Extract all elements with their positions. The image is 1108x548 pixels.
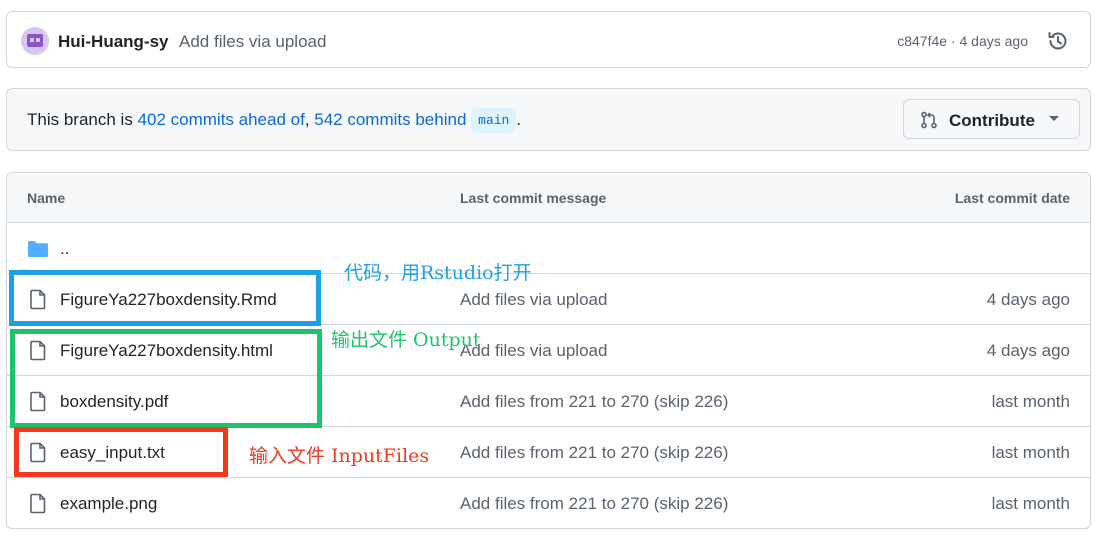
file-name-link[interactable]: easy_input.txt — [60, 443, 165, 463]
header-last-commit-message: Last commit message — [460, 190, 607, 206]
file-icon — [30, 493, 46, 514]
input-annotation-label: 输入文件 InputFiles — [249, 445, 430, 467]
author-avatar[interactable] — [21, 27, 49, 55]
file-row[interactable]: example.png Add files from 221 to 270 (s… — [7, 478, 1090, 528]
file-commit-date: 4 days ago — [986, 341, 1070, 360]
base-branch-pill[interactable]: main — [471, 108, 517, 133]
contribute-label: Contribute — [949, 111, 1035, 130]
commit-author[interactable]: Hui-Huang-sy — [58, 32, 169, 52]
header-name: Name — [27, 190, 66, 206]
commit-hash-and-time[interactable]: c847f4e · 4 days ago — [897, 33, 1028, 49]
pull-request-icon — [921, 111, 937, 129]
table-header: Name Last commit message Last commit dat… — [7, 173, 1090, 223]
file-icon — [30, 289, 46, 310]
file-name-link[interactable]: boxdensity.pdf — [60, 392, 168, 412]
file-icon — [30, 442, 46, 463]
commits-behind-link[interactable]: 542 commits behind — [314, 110, 466, 129]
file-commit-message-link[interactable]: Add files from 221 to 270 (skip 226) — [460, 494, 728, 514]
output-annotation-label: 输出文件 Output — [331, 329, 481, 351]
contribute-button[interactable]: Contribute — [903, 99, 1080, 139]
file-commit-message-link[interactable]: Add files via upload — [460, 341, 607, 361]
history-icon[interactable] — [1046, 29, 1070, 53]
file-icon — [30, 391, 46, 412]
file-commit-date: last month — [991, 443, 1070, 462]
file-commit-message-link[interactable]: Add files from 221 to 270 (skip 226) — [460, 443, 728, 463]
parent-directory-link[interactable]: .. — [60, 239, 69, 259]
file-row[interactable]: FigureYa227boxdensity.html Add files via… — [7, 325, 1090, 376]
file-commit-date: last month — [991, 392, 1070, 411]
file-table: Name Last commit message Last commit dat… — [6, 172, 1091, 529]
parent-directory-row[interactable]: .. — [7, 223, 1090, 274]
file-commit-message-link[interactable]: Add files via upload — [460, 290, 607, 310]
file-row[interactable]: FigureYa227boxdensity.Rmd Add files via … — [7, 274, 1090, 325]
file-name-link[interactable]: FigureYa227boxdensity.html — [60, 341, 273, 361]
file-name-link[interactable]: example.png — [60, 494, 157, 514]
file-row[interactable]: boxdensity.pdf Add files from 221 to 270… — [7, 376, 1090, 427]
header-last-commit-date: Last commit date — [954, 190, 1070, 206]
commits-ahead-link[interactable]: 402 commits ahead of — [138, 110, 305, 129]
folder-icon — [28, 241, 48, 257]
file-name-link[interactable]: FigureYa227boxdensity.Rmd — [60, 290, 277, 310]
file-commit-date: last month — [991, 494, 1070, 513]
commit-message[interactable]: Add files via upload — [179, 32, 326, 52]
caret-down-icon — [1049, 116, 1059, 121]
file-commit-date: 4 days ago — [986, 290, 1070, 309]
file-row[interactable]: easy_input.txt Add files from 221 to 270… — [7, 427, 1090, 478]
latest-commit-bar: Hui-Huang-sy Add files via upload c847f4… — [6, 11, 1091, 68]
branch-status-banner: This branch is 402 commits ahead of, 542… — [6, 88, 1091, 151]
branch-status-text: This branch is 402 commits ahead of, 542… — [27, 108, 521, 133]
code-annotation-label: 代码，用Rstudio打开 — [344, 262, 532, 284]
file-icon — [30, 340, 46, 361]
file-commit-message-link[interactable]: Add files from 221 to 270 (skip 226) — [460, 392, 728, 412]
